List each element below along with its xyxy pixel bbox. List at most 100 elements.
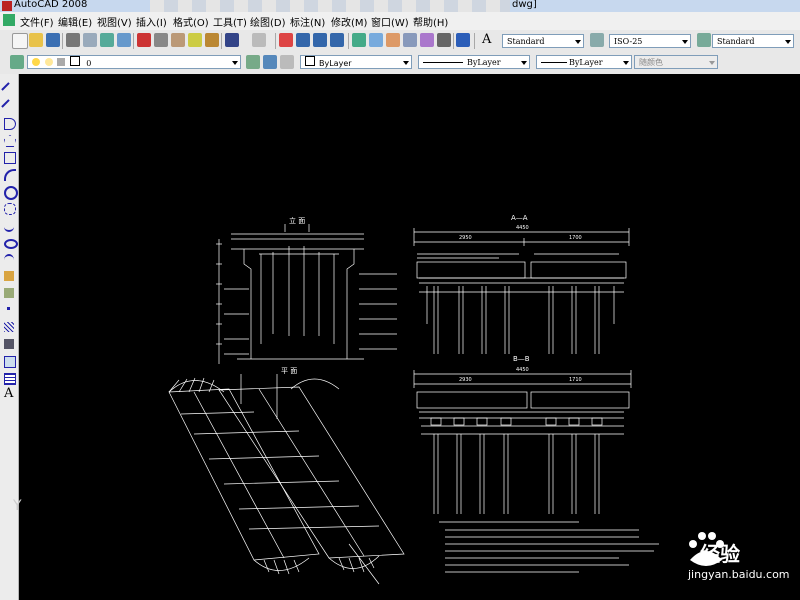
menu-modify[interactable]: 修改(M) bbox=[331, 14, 367, 29]
menu-edit[interactable]: 编辑(E) bbox=[58, 14, 92, 29]
layer-select[interactable]: 0 bbox=[27, 55, 241, 69]
menu-draw[interactable]: 绘图(D) bbox=[250, 14, 286, 29]
polygon-icon[interactable] bbox=[4, 135, 16, 147]
plot-preview-icon[interactable] bbox=[83, 33, 97, 47]
zoom-realtime-icon[interactable] bbox=[296, 33, 310, 47]
chevron-down-icon bbox=[709, 61, 715, 65]
toolbar-separator bbox=[62, 33, 63, 49]
make-block-icon[interactable] bbox=[4, 288, 14, 298]
match-properties-icon[interactable] bbox=[188, 33, 202, 47]
sheet-set-icon[interactable] bbox=[403, 33, 417, 47]
save-icon[interactable] bbox=[46, 33, 60, 47]
layer-manager-icon[interactable] bbox=[10, 55, 24, 69]
multiline-text-icon[interactable]: A bbox=[4, 387, 14, 400]
layers-properties-toolbar: 0 ByLayer ByLayer ByLayer 随颜色 bbox=[0, 52, 800, 75]
text-style-select[interactable]: Standard bbox=[502, 34, 584, 48]
table-style-select[interactable]: Standard bbox=[712, 34, 794, 48]
pan-icon[interactable] bbox=[279, 33, 293, 47]
chevron-down-icon bbox=[575, 40, 581, 44]
spline-icon[interactable] bbox=[4, 220, 14, 232]
make-current-layer-icon[interactable] bbox=[246, 55, 260, 69]
dim-style-select[interactable]: ISO-25 bbox=[609, 34, 691, 48]
gradient-icon[interactable] bbox=[4, 339, 14, 349]
plan-view bbox=[168, 374, 405, 585]
section-a-title: A—A bbox=[511, 214, 528, 222]
arc-icon[interactable] bbox=[4, 169, 16, 181]
table-icon[interactable] bbox=[4, 373, 16, 385]
new-file-icon[interactable] bbox=[12, 33, 28, 49]
undo-icon[interactable] bbox=[225, 33, 239, 47]
ellipse-icon[interactable] bbox=[4, 239, 18, 249]
region-icon[interactable] bbox=[4, 356, 16, 368]
baidu-jingyan-logo bbox=[689, 532, 724, 566]
watermark-url: jingyan.baidu.com bbox=[688, 568, 790, 581]
document-menu-icon[interactable] bbox=[3, 14, 15, 26]
plot-style-value: 随颜色 bbox=[639, 58, 663, 67]
standard-toolbar: A Standard ISO-25 Standard bbox=[0, 30, 800, 53]
publish-icon[interactable] bbox=[100, 33, 114, 47]
zoom-previous-icon[interactable] bbox=[330, 33, 344, 47]
layer-value: 0 bbox=[86, 59, 92, 68]
tool-palettes-icon[interactable] bbox=[386, 33, 400, 47]
chevron-down-icon bbox=[682, 40, 688, 44]
menu-tools[interactable]: 工具(T) bbox=[213, 14, 247, 29]
toolbar-separator bbox=[453, 33, 454, 49]
open-file-icon[interactable] bbox=[29, 33, 43, 47]
design-center-icon[interactable] bbox=[369, 33, 383, 47]
table-style-icon[interactable] bbox=[697, 33, 711, 47]
circle-icon[interactable] bbox=[4, 186, 18, 200]
toolbar-separator bbox=[275, 33, 276, 49]
plot-icon[interactable] bbox=[66, 33, 80, 47]
polyline-icon[interactable] bbox=[4, 118, 16, 130]
lineweight-select[interactable]: ByLayer bbox=[536, 55, 632, 69]
layer-states-icon[interactable] bbox=[280, 55, 294, 69]
quickcalc-icon[interactable] bbox=[437, 33, 451, 47]
menu-bar: 文件(F) 编辑(E) 视图(V) 插入(I) 格式(O) 工具(T) 绘图(D… bbox=[0, 12, 800, 31]
line-icon[interactable] bbox=[1, 82, 17, 98]
section-b-title: B—B bbox=[513, 355, 530, 363]
ellipse-arc-icon[interactable] bbox=[4, 254, 14, 266]
help-icon[interactable] bbox=[456, 33, 470, 47]
properties-icon[interactable] bbox=[352, 33, 366, 47]
paste-icon[interactable] bbox=[171, 33, 185, 47]
insert-block-icon[interactable] bbox=[4, 271, 14, 281]
linetype-select[interactable]: ByLayer bbox=[418, 55, 530, 69]
block-editor-icon[interactable] bbox=[205, 33, 219, 47]
lock-icon bbox=[57, 58, 66, 66]
revision-cloud-icon[interactable] bbox=[4, 203, 16, 215]
menu-help[interactable]: 帮助(H) bbox=[413, 14, 448, 29]
construction-line-icon[interactable] bbox=[1, 99, 17, 115]
redo-icon[interactable] bbox=[252, 33, 266, 47]
hatch-icon[interactable] bbox=[4, 322, 14, 332]
markup-icon[interactable] bbox=[420, 33, 434, 47]
section-b-b-view bbox=[413, 370, 632, 514]
lightbulb-icon bbox=[32, 58, 40, 66]
menu-insert[interactable]: 插入(I) bbox=[136, 14, 167, 29]
menu-format[interactable]: 格式(O) bbox=[173, 14, 209, 29]
autocad-app-icon[interactable] bbox=[2, 1, 12, 11]
zoom-window-icon[interactable] bbox=[313, 33, 327, 47]
menu-dimension[interactable]: 标注(N) bbox=[290, 14, 325, 29]
title-bar: AutoCAD 2008 dwg] bbox=[0, 0, 800, 12]
color-select[interactable]: ByLayer bbox=[300, 55, 412, 69]
chevron-down-icon bbox=[785, 40, 791, 44]
dim-b-right: 1710 bbox=[569, 377, 582, 383]
menu-view[interactable]: 视图(V) bbox=[97, 14, 132, 29]
layer-previous-icon[interactable] bbox=[263, 55, 277, 69]
point-icon[interactable] bbox=[7, 307, 10, 310]
app-title: AutoCAD 2008 bbox=[14, 0, 88, 10]
dim-style-icon[interactable] bbox=[590, 33, 604, 47]
rectangle-icon[interactable] bbox=[4, 152, 16, 164]
text-style-icon[interactable]: A bbox=[482, 33, 496, 47]
3d-dwf-icon[interactable] bbox=[117, 33, 131, 47]
sun-icon bbox=[44, 58, 53, 66]
elevation-title: 立 面 bbox=[289, 216, 305, 225]
cut-icon[interactable] bbox=[137, 33, 151, 47]
toolbar-separator bbox=[474, 33, 475, 49]
elevation-view bbox=[216, 224, 397, 404]
copy-icon[interactable] bbox=[154, 33, 168, 47]
watermark-brand: 经验 bbox=[700, 542, 740, 566]
blurred-title-region bbox=[150, 0, 510, 12]
menu-window[interactable]: 窗口(W) bbox=[371, 14, 409, 29]
menu-file[interactable]: 文件(F) bbox=[20, 14, 54, 29]
